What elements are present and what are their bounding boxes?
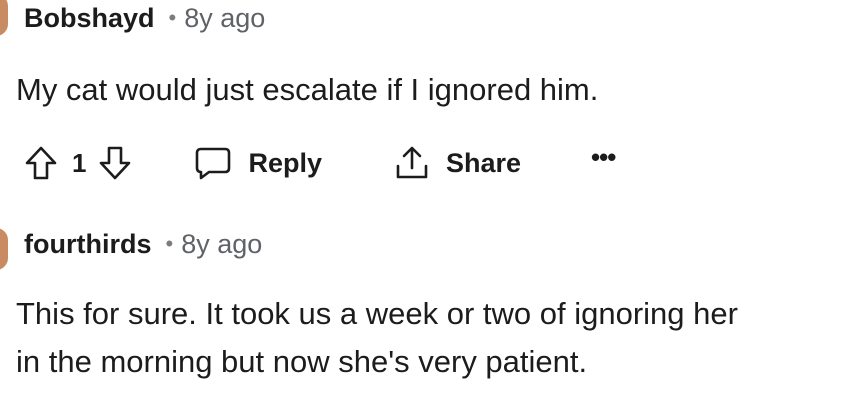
downvote-button[interactable]: [98, 145, 132, 181]
share-button[interactable]: Share: [394, 144, 521, 182]
comment-header: Bobshayd • 8y ago: [24, 0, 265, 36]
share-label: Share: [446, 147, 522, 178]
author-name[interactable]: fourthirds: [24, 229, 152, 260]
comment-header: fourthirds • 8y ago: [24, 226, 262, 262]
avatar[interactable]: [0, 0, 8, 36]
upvote-button[interactable]: [24, 145, 58, 181]
meta-separator: •: [165, 231, 174, 256]
share-icon: [396, 146, 428, 179]
comment-thread: Bobshayd • 8y ago My cat would just esca…: [0, 0, 841, 403]
reply-label: Reply: [248, 147, 322, 178]
avatar[interactable]: [0, 228, 8, 270]
comment-age[interactable]: 8y ago: [184, 3, 265, 34]
reply-button[interactable]: Reply: [194, 145, 322, 181]
comment-body: My cat would just escalate if I ignored …: [16, 66, 598, 114]
comment-text-line: This for sure. It took us a week or two …: [16, 296, 738, 331]
arrow-down-icon: [100, 146, 131, 180]
speech-bubble-icon: [196, 147, 231, 180]
meta-separator: •: [168, 5, 177, 30]
comment-text-line: in the morning but now she's very patien…: [16, 344, 588, 379]
comment-text: My cat would just escalate if I ignored …: [16, 72, 599, 107]
arrow-up-icon: [25, 146, 57, 180]
vote-count: 1: [72, 147, 87, 178]
author-name[interactable]: Bobshayd: [24, 3, 155, 34]
comment-age[interactable]: 8y ago: [181, 229, 262, 260]
comment-action-bar: 1 Reply Share •••: [24, 140, 616, 186]
more-options-button[interactable]: •••: [591, 142, 616, 173]
comment-body: This for sure. It took us a week or two …: [16, 290, 738, 386]
